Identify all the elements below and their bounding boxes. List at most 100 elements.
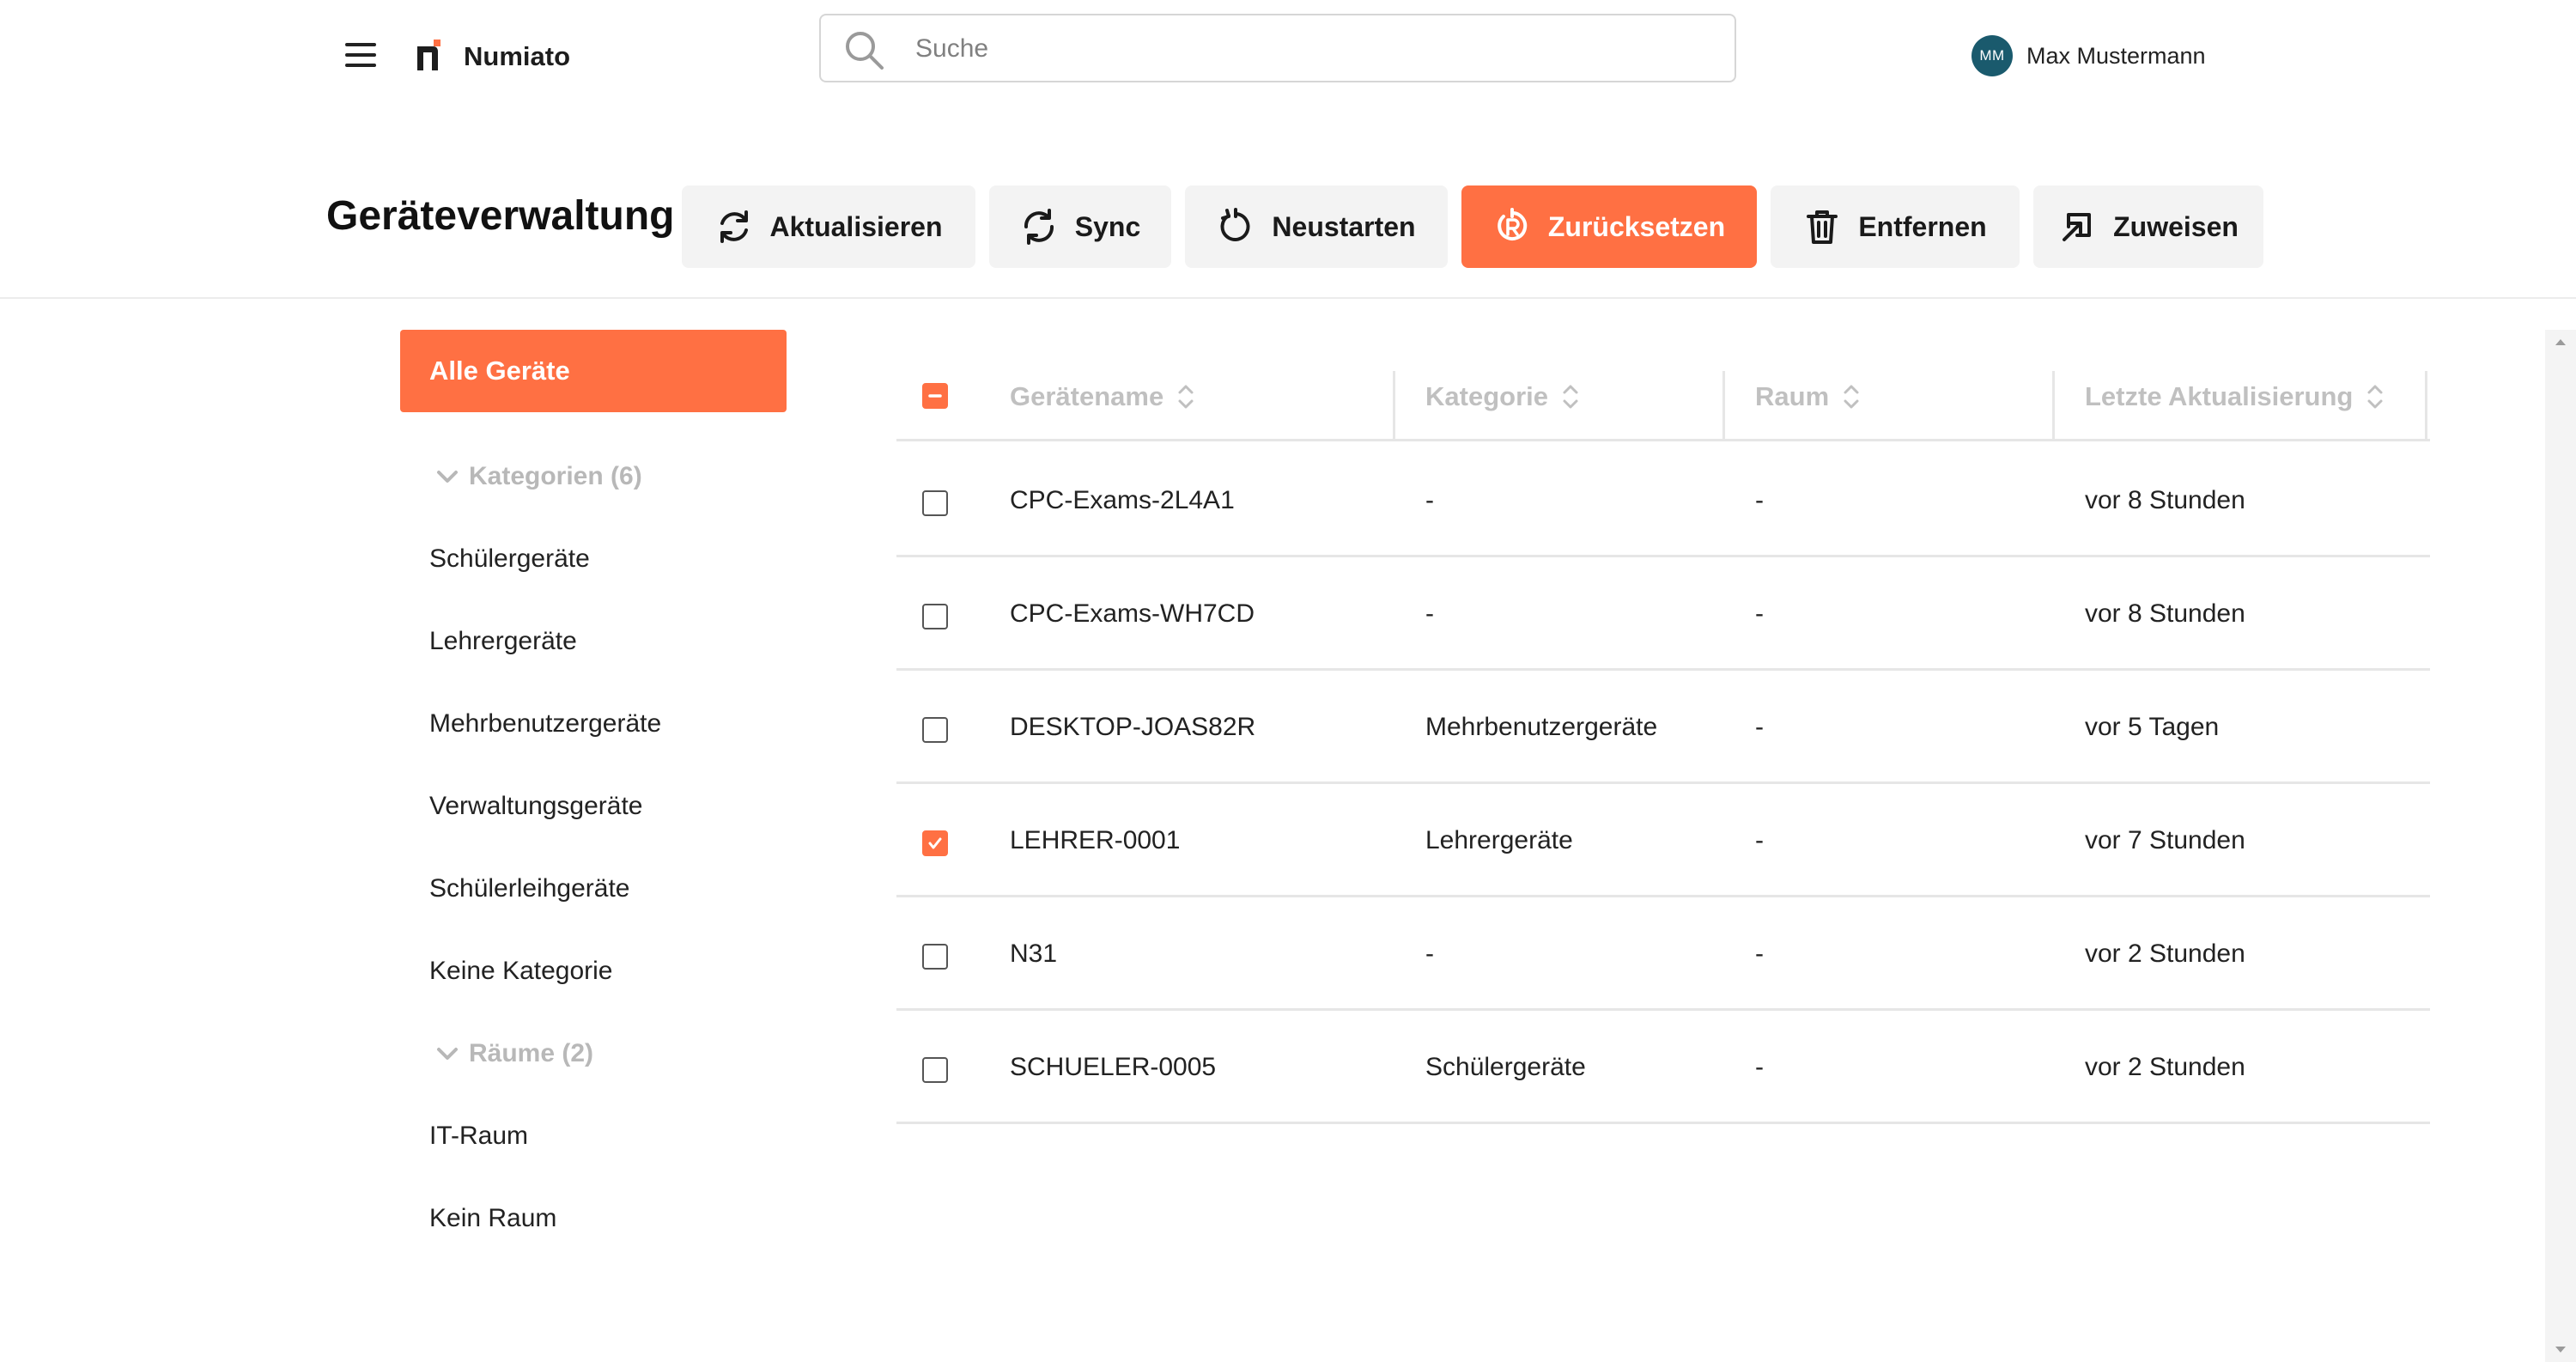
sync-icon [1024, 209, 1054, 245]
column-header-room[interactable]: Raum [1755, 371, 1862, 423]
sort-icon [1844, 385, 1859, 409]
device-room: - [1755, 599, 1764, 628]
scroll-down-icon[interactable] [2552, 1341, 2569, 1359]
column-header-name[interactable]: Gerätename [1010, 371, 1196, 423]
device-last-update: vor 8 Stunden [2085, 599, 2245, 628]
assign-button[interactable]: Zuweisen [2033, 185, 2263, 268]
device-category: - [1425, 599, 1434, 628]
table-row[interactable]: CPC-Exams-2L4A1 - - vor 8 Stunden [896, 444, 2430, 557]
sync-label: Sync [1074, 210, 1141, 242]
table-row[interactable]: CPC-Exams-WH7CD - - vor 8 Stunden [896, 557, 2430, 671]
table-row[interactable]: SCHUELER-0005 Schülergeräte - vor 2 Stun… [896, 1011, 2430, 1124]
column-divider[interactable] [2425, 371, 2427, 441]
minus-icon [928, 394, 942, 398]
sort-icon [2367, 385, 2383, 409]
column-label: Raum [1755, 381, 1830, 411]
reset-icon [1498, 208, 1527, 240]
remove-label: Entfernen [1858, 210, 1987, 242]
assign-label: Zuweisen [2113, 210, 2239, 242]
device-category: - [1425, 486, 1434, 514]
table-row[interactable]: DESKTOP-JOAS82R Mehrbenutzergeräte - vor… [896, 671, 2430, 784]
brand-name: Numiato [464, 41, 570, 71]
sort-icon [1178, 385, 1194, 409]
device-room: - [1755, 486, 1764, 514]
column-label: Kategorie [1425, 381, 1548, 411]
column-label: Gerätename [1010, 381, 1164, 411]
device-last-update: vor 2 Stunden [2085, 939, 2245, 968]
table-header: Gerätename Kategorie Raum Letzte Aktuali… [896, 354, 2430, 441]
search-icon [846, 32, 884, 70]
device-name: N31 [1010, 939, 1058, 968]
device-last-update: vor 5 Tagen [2085, 713, 2220, 741]
device-last-update: vor 2 Stunden [2085, 1053, 2245, 1081]
device-last-update: vor 8 Stunden [2085, 486, 2245, 514]
table-row[interactable]: LEHRER-0001 Lehrergeräte - vor 7 Stunden [896, 784, 2430, 897]
reset-label: Zurücksetzen [1547, 210, 1726, 242]
scroll-up-icon[interactable] [2552, 333, 2569, 350]
row-checkbox[interactable] [922, 1057, 948, 1083]
sync-button[interactable]: Sync [989, 185, 1171, 268]
user-name: Max Mustermann [2026, 42, 2206, 69]
checkmark-icon [928, 837, 942, 849]
scrollbar[interactable] [2545, 330, 2576, 1362]
device-category: - [1425, 939, 1434, 968]
table-row[interactable]: N31 - - vor 2 Stunden [896, 897, 2430, 1011]
column-divider[interactable] [1722, 371, 1725, 441]
restart-label: Neustarten [1272, 210, 1416, 242]
remove-button[interactable]: Entfernen [1771, 185, 2020, 268]
sort-icon [1563, 385, 1578, 409]
sidebar-item-keine-kategorie[interactable]: Keine Kategorie [429, 950, 613, 993]
refresh-button[interactable]: Aktualisieren [682, 185, 975, 268]
sidebar-item-all-devices[interactable]: Alle Geräte [400, 330, 787, 412]
sidebar-item-verwaltungsgeraete[interactable]: Verwaltungsgeräte [429, 785, 643, 828]
sidebar-group-categories[interactable]: Kategorien (6) [434, 455, 642, 498]
user-menu[interactable]: MM Max Mustermann [1971, 34, 2206, 77]
column-header-last-update[interactable]: Letzte Aktualisierung [2085, 371, 2385, 423]
chevron-down-icon [437, 471, 458, 483]
search-input[interactable] [915, 27, 1688, 70]
sidebar-group-rooms[interactable]: Räume (2) [434, 1032, 593, 1075]
column-divider[interactable] [1393, 371, 1395, 441]
sidebar-item-schuelergeraete[interactable]: Schülergeräte [429, 538, 590, 581]
device-category: Lehrergeräte [1425, 826, 1573, 854]
select-all-checkbox[interactable] [922, 383, 948, 409]
sidebar-item-lehrergeraete[interactable]: Lehrergeräte [429, 620, 577, 663]
column-label: Letzte Aktualisierung [2085, 381, 2354, 411]
header-divider [0, 297, 2576, 299]
avatar: MM [1971, 35, 2013, 76]
refresh-icon [720, 210, 748, 243]
row-checkbox[interactable] [922, 944, 948, 970]
device-room: - [1755, 1053, 1764, 1081]
device-name: CPC-Exams-2L4A1 [1010, 486, 1235, 514]
search-box[interactable] [819, 14, 1736, 82]
restart-button[interactable]: Neustarten [1185, 185, 1448, 268]
device-name: DESKTOP-JOAS82R [1010, 713, 1256, 741]
numiato-logo-icon [417, 40, 440, 70]
column-header-category[interactable]: Kategorie [1425, 371, 1581, 423]
categories-header: Kategorien (6) [469, 462, 642, 490]
sidebar-item-kein-raum[interactable]: Kein Raum [429, 1197, 556, 1240]
device-category: Schülergeräte [1425, 1053, 1586, 1081]
trash-icon [1807, 210, 1838, 244]
device-category: Mehrbenutzergeräte [1425, 713, 1658, 741]
reset-button[interactable]: Zurücksetzen [1461, 185, 1757, 268]
row-checkbox[interactable] [922, 830, 948, 856]
device-name: SCHUELER-0005 [1010, 1053, 1217, 1081]
device-name: LEHRER-0001 [1010, 826, 1181, 854]
chevron-down-icon [437, 1048, 458, 1060]
row-checkbox[interactable] [922, 490, 948, 516]
row-checkbox[interactable] [922, 604, 948, 629]
device-room: - [1755, 713, 1764, 741]
device-name: CPC-Exams-WH7CD [1010, 599, 1255, 628]
refresh-label: Aktualisieren [769, 210, 943, 242]
device-room: - [1755, 826, 1764, 854]
sidebar-item-schuelerleihgeraete[interactable]: Schülerleihgeräte [429, 867, 629, 910]
row-checkbox[interactable] [922, 717, 948, 743]
column-divider[interactable] [2052, 371, 2055, 441]
rooms-header: Räume (2) [469, 1039, 594, 1067]
hamburger-menu-icon[interactable] [342, 38, 380, 72]
top-bar: Numiato MM Max Mustermann [0, 0, 2576, 112]
restart-icon [1220, 208, 1250, 241]
sidebar-item-it-raum[interactable]: IT-Raum [429, 1115, 528, 1158]
sidebar-item-mehrbenutzergeraete[interactable]: Mehrbenutzergeräte [429, 702, 661, 745]
